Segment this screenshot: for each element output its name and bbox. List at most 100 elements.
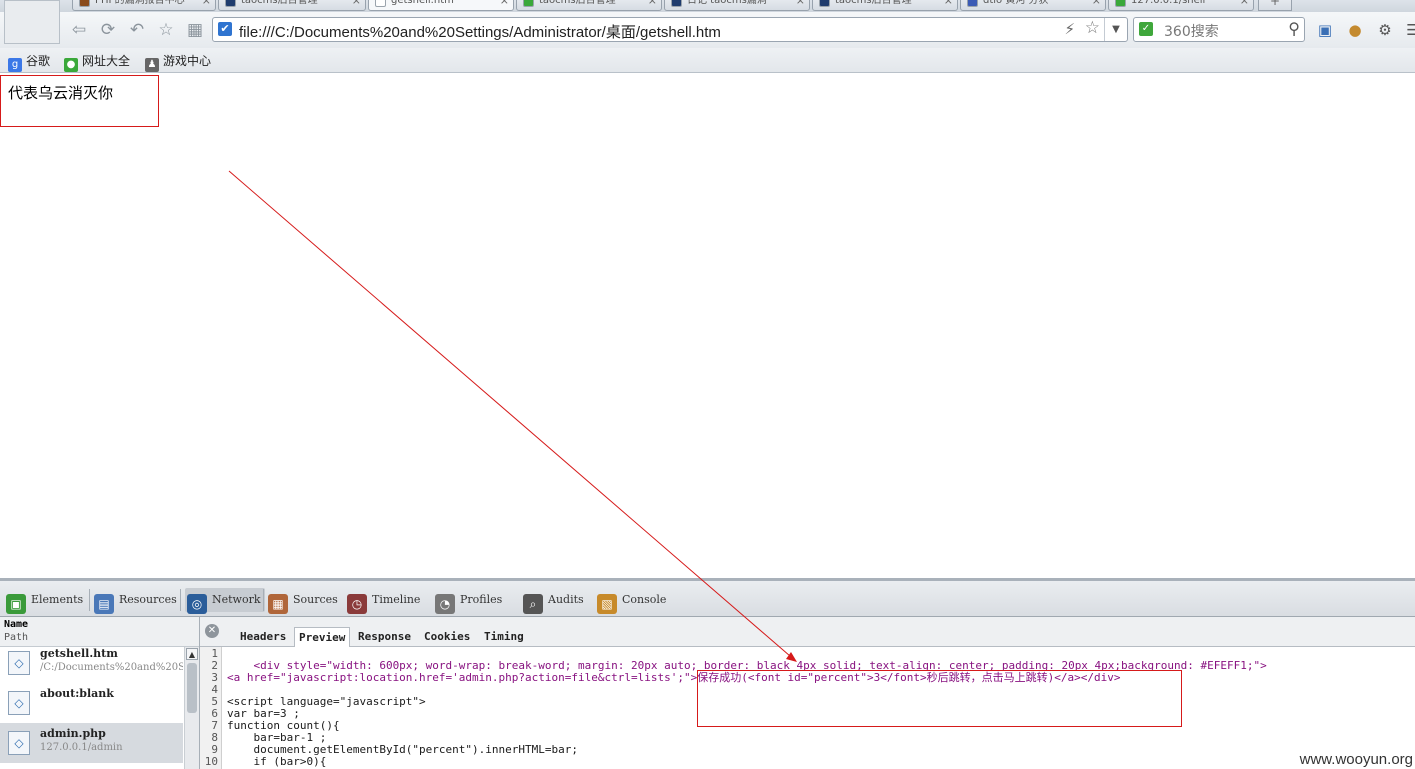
extension-monitor-icon[interactable]: ▣ (1316, 21, 1334, 39)
tab-close-icon[interactable]: × (352, 0, 361, 8)
network-request-list: Name Path ▲ ◇ getshell.htm/C:/Documents%2… (0, 617, 200, 769)
tab-title: 日记 taocms漏洞 (687, 0, 767, 6)
browser-tab[interactable]: taocms后台管理 × (812, 0, 958, 11)
browser-tab[interactable]: dtlo 黄河 分获 × (960, 0, 1106, 11)
reload-icon[interactable]: ⟳ (97, 19, 119, 41)
request-name: getshell.htm (40, 647, 118, 660)
devtools-tab-profiles[interactable]: ◔ Profiles (435, 588, 503, 614)
document-file-icon: ◇ (8, 651, 30, 675)
browser-tab[interactable]: PHP的漏洞报告中心 × (72, 0, 216, 11)
tab-favicon-icon (225, 0, 236, 7)
column-name-label[interactable]: Name (4, 618, 195, 631)
detail-tab-timing[interactable]: Timing (480, 627, 528, 647)
page-text: 代表乌云消灭你 (8, 84, 114, 102)
menu-icon[interactable]: ☰ (1404, 21, 1415, 39)
tab-close-icon[interactable]: × (796, 0, 805, 8)
undo-icon[interactable]: ↶ (126, 19, 148, 41)
elements-icon: ▣ (6, 594, 26, 614)
network-request-row[interactable]: ◇ admin.php 127.0.0.1/admin (0, 723, 183, 763)
tab-bar: PHP的漏洞报告中心 × taocms后台管理 × getshell.htm × taocm… (0, 0, 1415, 12)
favorite-star-icon[interactable]: ☆ (155, 19, 177, 41)
url-text[interactable]: file:///C:/Documents%20and%20Settings/Ad… (239, 21, 721, 42)
toolbar-separator (263, 589, 264, 611)
cookie-icon[interactable]: ● (1346, 21, 1364, 39)
toolbar-separator (180, 589, 181, 611)
tab-close-icon[interactable]: × (944, 0, 953, 8)
code-line: if (bar>0){ (227, 755, 327, 768)
google-icon: g (8, 58, 22, 72)
browser-tab[interactable]: taocms后台管理 × (218, 0, 366, 11)
tab-favicon-icon (671, 0, 682, 7)
request-name: about:blank (40, 687, 114, 700)
apps-grid-icon[interactable]: ▦ (184, 19, 206, 41)
close-icon[interactable]: ✕ (205, 624, 219, 638)
avatar[interactable] (4, 0, 60, 44)
devtools-tab-timeline[interactable]: ◷ Timeline (347, 588, 421, 614)
back-icon[interactable]: ⇦ (68, 19, 90, 41)
devtools-tab-audits[interactable]: ⌕ Audits (523, 588, 584, 614)
devtools-tab-sources[interactable]: ▦ Sources (268, 588, 338, 614)
tab-close-icon[interactable]: × (1092, 0, 1101, 8)
tab-title: getshell.htm (391, 0, 454, 6)
tab-title: taocms后台管理 (539, 0, 616, 6)
document-file-icon: ◇ (8, 731, 30, 755)
browser-tab[interactable]: getshell.htm × (368, 0, 514, 11)
tab-title: taocms后台管理 (835, 0, 912, 6)
browser-tab[interactable]: 日记 taocms漏洞 × (664, 0, 810, 11)
new-tab-button[interactable]: + (1258, 0, 1292, 11)
devtools-tab-elements[interactable]: ▣ Elements (6, 588, 84, 614)
devtools-tab-label: Elements (31, 593, 84, 606)
detail-tab-headers[interactable]: Headers (236, 627, 290, 647)
search-box[interactable]: ✓ 360搜索 ⚲ (1133, 17, 1305, 42)
network-request-row[interactable]: ◇ about:blank (0, 683, 183, 723)
detail-tab-cookies[interactable]: Cookies (420, 627, 474, 647)
browser-tab[interactable]: 127.0.0.1/shell × (1108, 0, 1254, 11)
devtools-tab-network[interactable]: ◎ Network (185, 588, 265, 614)
devtools-tab-label: Sources (293, 593, 338, 606)
devtools-tab-label: Timeline (372, 593, 421, 606)
request-list-scrollbar[interactable]: ▲ (184, 647, 199, 769)
network-request-row[interactable]: ◇ getshell.htm/C:/Documents%20and%20Se (0, 643, 183, 683)
globe-icon: ● (64, 58, 78, 72)
bookmark-globe[interactable]: ● 网址大全 (64, 52, 130, 72)
bookmarks-bar: g 谷歌 ● 网址大全 ♟ 游戏中心 (0, 48, 1415, 73)
tab-close-icon[interactable]: × (500, 0, 509, 8)
code-line: document.getElementById("percent").inner… (227, 743, 578, 756)
bookmark-label: 游戏中心 (163, 54, 212, 68)
tab-close-icon[interactable]: × (1240, 0, 1249, 8)
sources-icon: ▦ (268, 594, 288, 614)
scrollbar-thumb[interactable] (187, 663, 197, 713)
devtools-toolbar: ▣ Elements ▤ Resources ◎ Network ▦ Sources ◷ Time… (0, 578, 1415, 617)
bookmark-star-icon[interactable]: ☆ (1085, 18, 1100, 38)
bookmark-google[interactable]: g 谷歌 (8, 52, 50, 72)
toolbar-separator (89, 589, 90, 611)
timeline-icon: ◷ (347, 594, 367, 614)
gear-icon[interactable]: ⚙ (1376, 21, 1394, 39)
devtools-tab-label: Audits (548, 593, 584, 606)
browser-tab[interactable]: taocms后台管理 × (516, 0, 662, 11)
search-placeholder[interactable]: 360搜索 (1164, 21, 1219, 41)
search-icon[interactable]: ⚲ (1288, 19, 1300, 38)
bookmark-gamepad[interactable]: ♟ 游戏中心 (145, 52, 211, 72)
tab-favicon-icon (79, 0, 90, 7)
chevron-down-icon[interactable]: ▼ (1104, 18, 1127, 41)
document-file-icon: ◇ (8, 691, 30, 715)
devtools-tab-label: Console (622, 593, 667, 606)
tab-close-icon[interactable]: × (648, 0, 657, 8)
address-bar[interactable]: ✔ file:///C:/Documents%20and%20Settings/… (212, 17, 1128, 42)
detail-tab-response[interactable]: Response (354, 627, 415, 647)
tab-close-icon[interactable]: × (202, 0, 211, 8)
audits-icon: ⌕ (523, 594, 543, 614)
devtools-tab-resources[interactable]: ▤ Resources (94, 588, 177, 614)
devtools-tab-label: Profiles (460, 593, 503, 606)
search-engine-icon[interactable]: ✓ (1139, 22, 1153, 36)
devtools-tab-console[interactable]: ▧ Console (597, 588, 667, 614)
network-icon: ◎ (187, 594, 207, 614)
line-number-gutter: 1 2 3 4 5 6 7 8 9 10 (200, 647, 222, 769)
lightning-icon[interactable]: ⚡ (1064, 20, 1075, 38)
watermark: www.wooyun.org (1299, 751, 1413, 768)
devtools-tab-label: Resources (119, 593, 177, 606)
devtools-tab-label: Network (212, 593, 261, 606)
scroll-up-icon[interactable]: ▲ (186, 648, 198, 660)
detail-tab-preview[interactable]: Preview (294, 627, 351, 647)
